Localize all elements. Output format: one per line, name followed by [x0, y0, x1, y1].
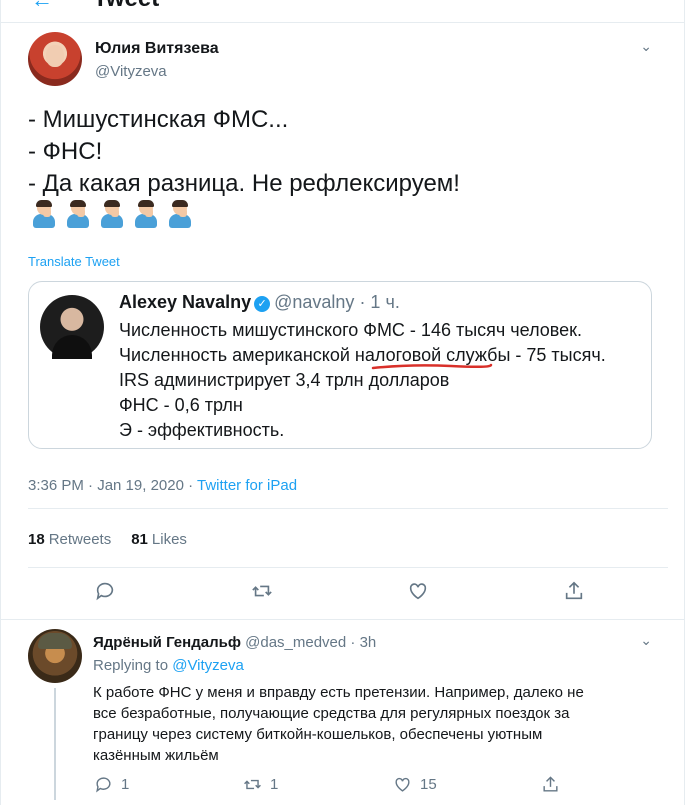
reply-time-ago[interactable]: · 3h: [350, 634, 376, 651]
reply-count: 1: [121, 775, 130, 793]
reply-author-handle[interactable]: @das_medved: [245, 634, 346, 651]
facepalm-emoji: [31, 200, 57, 228]
red-underline-annotation: [371, 363, 493, 370]
retweets-stat[interactable]: 18 Retweets: [28, 531, 111, 548]
reply-retweet-button[interactable]: 1: [243, 773, 278, 795]
author-handle[interactable]: @Vityzeva: [95, 63, 167, 80]
quoted-line: IRS администрирует 3,4 трлн долларов: [119, 370, 450, 390]
replying-to: Replying to @Vityzeva: [93, 657, 244, 674]
facepalm-emoji-row: [31, 200, 193, 228]
quoted-tweet-header: Alexey Navalny ✓ @navalny · 1 ч.: [119, 292, 400, 313]
quoted-tweet-card[interactable]: Alexey Navalny ✓ @navalny · 1 ч. Численнос…: [28, 281, 652, 449]
verified-badge-icon: ✓: [254, 296, 271, 312]
reply-line: казённым жильём: [93, 747, 219, 764]
quoted-tweet-text: Численность мишустинского ФМС - 146 тыся…: [119, 318, 606, 443]
more-options-caret-icon[interactable]: ⌄: [640, 632, 652, 649]
tweet-line: - Мишустинская ФМС...: [28, 106, 289, 133]
reply-text: К работе ФНС у меня и вправду есть прете…: [93, 682, 653, 766]
engagement-stats: 18 Retweets 81 Likes: [28, 531, 187, 548]
tweet-text: - Мишустинская ФМС... - ФНС! - Да какая …: [28, 104, 460, 200]
likes-stat[interactable]: 81 Likes: [131, 531, 187, 548]
reply-reply-button[interactable]: 1: [94, 773, 129, 795]
author-name[interactable]: Юлия Витязева: [95, 40, 219, 58]
reply-action-bar: 1 1 15: [1, 773, 684, 799]
share-icon[interactable]: [563, 580, 591, 608]
likes-label: Likes: [151, 531, 187, 548]
quoted-author-avatar: [40, 295, 104, 359]
divider: [28, 567, 668, 568]
facepalm-emoji: [99, 200, 125, 228]
facepalm-emoji: [133, 200, 159, 228]
replying-to-handle[interactable]: @Vityzeva: [172, 657, 244, 674]
divider: [28, 508, 668, 509]
more-options-caret-icon[interactable]: ⌄: [640, 38, 652, 55]
quoted-line: Численность мишустинского ФМС - 146 тыся…: [119, 320, 583, 340]
tweet-action-bar: [1, 580, 684, 610]
quoted-line: Численность американской налоговой служб…: [119, 345, 606, 365]
quoted-line: ФНС - 0,6 трлн: [119, 395, 243, 415]
quoted-line: Э - эффективность.: [119, 420, 285, 440]
quoted-time-ago: · 1 ч.: [359, 292, 400, 312]
reply-line: К работе ФНС у меня и вправду есть прете…: [93, 684, 584, 701]
facepalm-emoji: [167, 200, 193, 228]
reply-author-name[interactable]: Ядрёный Гендальф: [93, 634, 241, 651]
retweet-count: 1: [270, 775, 279, 793]
tweet-line: - Да какая разница. Не рефлексируем!: [28, 170, 460, 197]
reply-like-button[interactable]: 15: [393, 773, 437, 795]
retweets-count: 18: [28, 531, 45, 548]
tweet-meta: 3:36 PM · Jan 19, 2020 · Twitter for iPa…: [28, 477, 297, 494]
quoted-author-handle: @navalny: [274, 292, 355, 312]
reply-author-avatar[interactable]: [28, 629, 82, 683]
back-arrow-icon[interactable]: ←: [31, 0, 53, 13]
page-title: Tweet: [93, 0, 159, 13]
share-icon: [543, 775, 558, 792]
likes-count: 81: [131, 531, 148, 548]
facepalm-emoji: [65, 200, 91, 228]
reply-line: границу через систему биткойн-кошельков,…: [93, 726, 543, 743]
reply-icon: [96, 776, 111, 793]
tweet-page: ← Tweet Юлия Витязева @Vityzeva ⌄ - Мишу…: [0, 0, 685, 805]
top-bar: ← Tweet: [1, 0, 684, 23]
reply-line: все безработные, получающие средства для…: [93, 705, 570, 722]
retweet-icon[interactable]: [251, 580, 279, 608]
reply-icon[interactable]: [94, 580, 122, 608]
like-heart-icon: [395, 777, 410, 792]
tweet-line: - ФНС!: [28, 138, 103, 165]
reply-header: Ядрёный Гендальф @das_medved · 3h: [93, 634, 376, 651]
like-heart-icon[interactable]: [407, 580, 435, 608]
retweet-icon: [244, 779, 261, 789]
quoted-author-name: Alexey Navalny: [119, 292, 252, 312]
like-count: 15: [420, 775, 437, 793]
tweet-source-link[interactable]: Twitter for iPad: [197, 477, 297, 494]
retweets-label: Retweets: [48, 531, 112, 548]
translate-tweet-link[interactable]: Translate Tweet: [28, 254, 120, 269]
reply-tweet[interactable]: Ядрёный Гендальф @das_medved · 3h ⌄ Repl…: [1, 620, 684, 805]
tweet-timestamp[interactable]: 3:36 PM · Jan 19, 2020 ·: [28, 477, 197, 494]
reply-share-button[interactable]: [541, 773, 560, 795]
author-avatar[interactable]: [28, 32, 82, 86]
replying-prefix: Replying to: [93, 657, 173, 674]
